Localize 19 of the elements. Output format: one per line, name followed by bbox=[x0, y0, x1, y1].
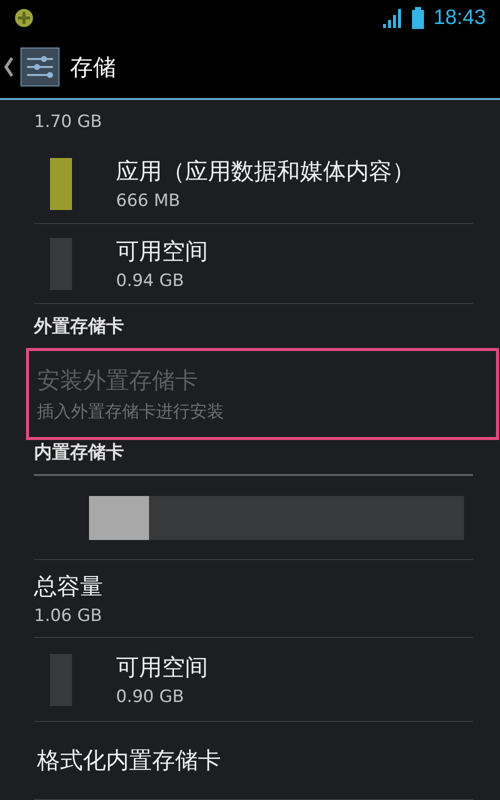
usage-size: 0.90 GB bbox=[116, 687, 186, 707]
usage-size: 666 MB bbox=[116, 191, 182, 211]
usage-title: 可用空间 bbox=[116, 238, 208, 267]
action-summary: 插入外置存储卡进行安装 bbox=[37, 401, 224, 423]
total-size: 1.06 GB bbox=[34, 606, 103, 626]
settings-icon[interactable] bbox=[20, 47, 60, 87]
usage-size: 0.94 GB bbox=[116, 271, 186, 291]
total-title: 总容量 bbox=[34, 573, 103, 602]
screen-title: 存储 bbox=[70, 54, 116, 82]
section-header: 外置存储卡 bbox=[34, 315, 124, 338]
notification-icon bbox=[14, 8, 34, 28]
clock-time: 18:43 bbox=[433, 6, 486, 30]
back-icon[interactable] bbox=[4, 56, 14, 78]
section-header: 内置存储卡 bbox=[34, 441, 124, 464]
battery-icon bbox=[411, 6, 426, 30]
storage-size: 1.70 GB bbox=[34, 112, 102, 132]
usage-title: 可用空间 bbox=[116, 654, 208, 683]
action-title[interactable]: 格式化内置存储卡 bbox=[37, 745, 221, 776]
usage-title: 应用（应用数据和媒体内容） bbox=[116, 158, 415, 187]
